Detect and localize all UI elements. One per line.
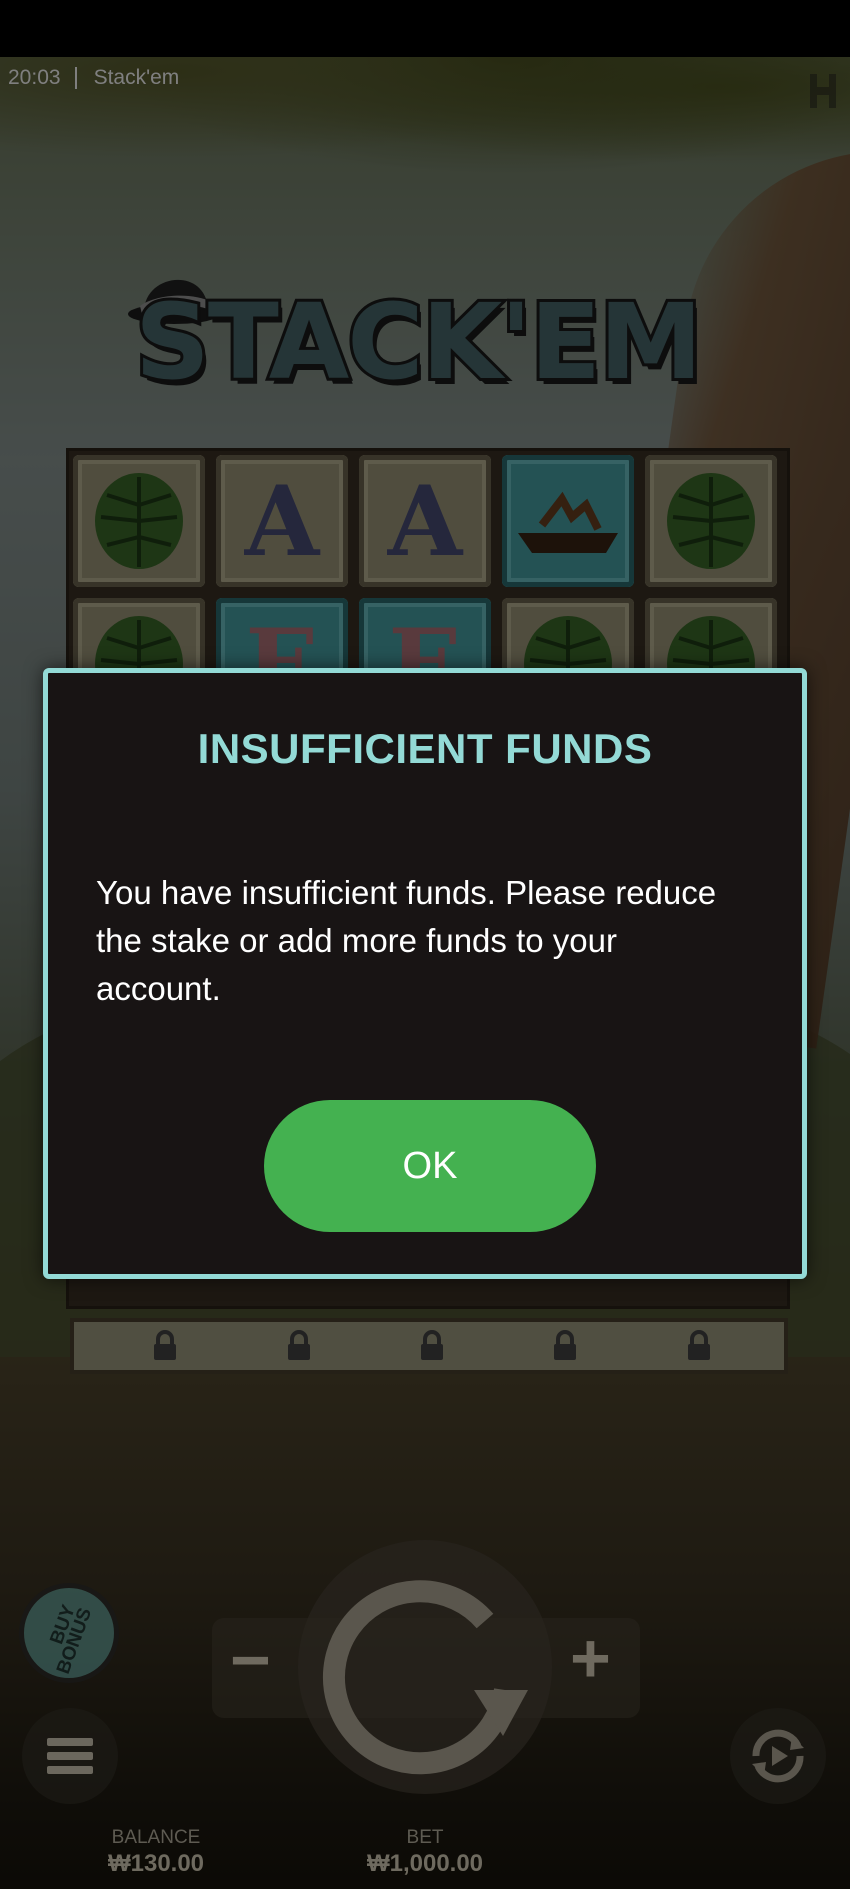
spin-button[interactable] xyxy=(298,1540,552,1794)
status-bar xyxy=(0,0,850,57)
menu-icon xyxy=(47,1766,93,1774)
spin-icon xyxy=(322,1580,528,1775)
buy-bonus-button[interactable]: BUY BONUS xyxy=(19,1583,119,1683)
bet-value: ₩1,000.00 xyxy=(366,1850,484,1877)
ok-button[interactable]: OK xyxy=(264,1100,596,1232)
dialog-title: INSUFFICIENT FUNDS xyxy=(197,725,653,772)
menu-icon xyxy=(47,1752,93,1760)
decrease-bet-button[interactable]: − xyxy=(230,1620,271,1700)
autoplay-button[interactable] xyxy=(730,1708,826,1804)
dialog-message: You have insufficient funds. Please redu… xyxy=(96,874,717,1007)
balance-label: BALANCE xyxy=(111,1827,201,1848)
balance-value: ₩130.00 xyxy=(107,1850,205,1877)
autoplay-icon xyxy=(752,1729,804,1783)
increase-bet-button[interactable]: + xyxy=(570,1618,611,1698)
bet-label: BET xyxy=(406,1827,444,1848)
menu-button[interactable] xyxy=(22,1708,118,1804)
insufficient-funds-dialog: INSUFFICIENT FUNDS You have insufficient… xyxy=(43,668,807,1279)
menu-icon xyxy=(47,1738,93,1746)
